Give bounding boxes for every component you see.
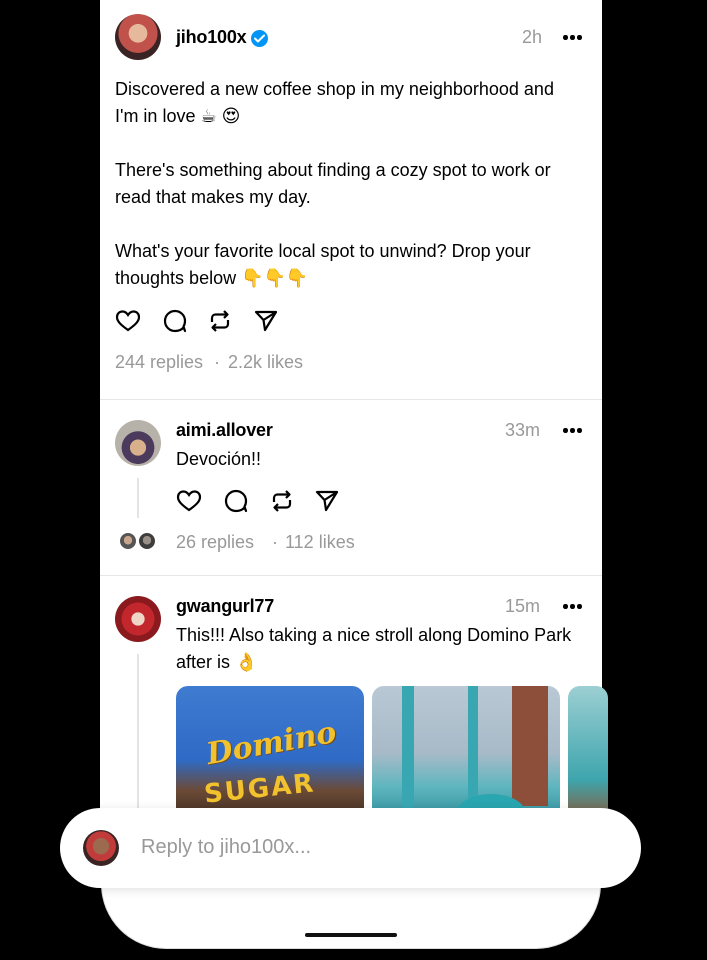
reply-timestamp: 15m bbox=[505, 596, 541, 616]
reply-text-line: This!!! Also taking a nice stroll along … bbox=[176, 625, 572, 645]
replier-avatar bbox=[137, 531, 157, 551]
reply-timestamp: 33m bbox=[505, 420, 541, 440]
heart-icon[interactable] bbox=[115, 308, 141, 334]
heart-icon[interactable] bbox=[176, 488, 202, 514]
reply-replies-count[interactable]: 26 replies bbox=[176, 532, 254, 553]
post-timestamp: 2h bbox=[522, 27, 543, 47]
more-icon[interactable] bbox=[563, 428, 583, 434]
home-indicator[interactable] bbox=[305, 933, 397, 937]
post-author-avatar[interactable] bbox=[115, 14, 161, 60]
reply-author-avatar[interactable] bbox=[115, 420, 161, 466]
replier-avatar bbox=[118, 531, 138, 551]
sign-text: Domino bbox=[203, 714, 340, 773]
reply-text: Devoción!! bbox=[176, 449, 262, 469]
photo-third[interactable] bbox=[568, 686, 608, 820]
reply-author-username[interactable]: aimi.allover bbox=[176, 420, 273, 441]
steel-beam bbox=[402, 686, 414, 820]
sign-text: SUGAR bbox=[202, 768, 317, 810]
photo-park-structure[interactable] bbox=[372, 686, 560, 820]
reply-author-username[interactable]: gwangurl77 bbox=[176, 596, 274, 617]
post-author-username[interactable]: jiho100x bbox=[176, 27, 247, 48]
photo-domino-sign[interactable]: Domino SUGAR bbox=[176, 686, 364, 820]
repost-icon[interactable] bbox=[207, 308, 233, 334]
post-text-line: There's something about finding a cozy s… bbox=[115, 160, 551, 180]
divider bbox=[100, 399, 602, 400]
post-text-line: Discovered a new coffee shop in my neigh… bbox=[115, 79, 554, 99]
repost-icon[interactable] bbox=[269, 488, 295, 514]
post-likes-count[interactable]: 2.2k likes bbox=[228, 352, 303, 373]
post-text-line: thoughts below 👇👇👇 bbox=[115, 268, 309, 288]
thread-line bbox=[137, 478, 139, 518]
comment-icon[interactable] bbox=[223, 488, 249, 514]
reply-author-avatar[interactable] bbox=[115, 596, 161, 642]
reply-likes-count[interactable]: 112 likes bbox=[285, 532, 355, 553]
send-icon[interactable] bbox=[314, 488, 340, 514]
post-text-line: read that makes my day. bbox=[115, 187, 311, 207]
thread-line bbox=[137, 654, 139, 820]
post-replies-count[interactable]: 244 replies bbox=[115, 352, 203, 373]
reply-input[interactable]: Reply to jiho100x... bbox=[141, 836, 311, 859]
comment-icon[interactable] bbox=[162, 308, 188, 334]
post-text-line: I'm in love ☕ 😍 bbox=[115, 106, 241, 126]
meta-separator: · bbox=[214, 352, 220, 372]
divider bbox=[100, 575, 602, 576]
current-user-avatar bbox=[83, 830, 119, 866]
send-icon[interactable] bbox=[253, 308, 279, 334]
reply-text-line: after is 👌 bbox=[176, 652, 258, 672]
verified-badge-icon bbox=[251, 30, 268, 47]
more-icon[interactable] bbox=[563, 35, 583, 41]
brick-tower bbox=[512, 686, 548, 806]
meta-separator: · bbox=[272, 532, 278, 552]
post-text-line: What's your favorite local spot to unwin… bbox=[115, 241, 531, 261]
more-icon[interactable] bbox=[563, 604, 583, 610]
